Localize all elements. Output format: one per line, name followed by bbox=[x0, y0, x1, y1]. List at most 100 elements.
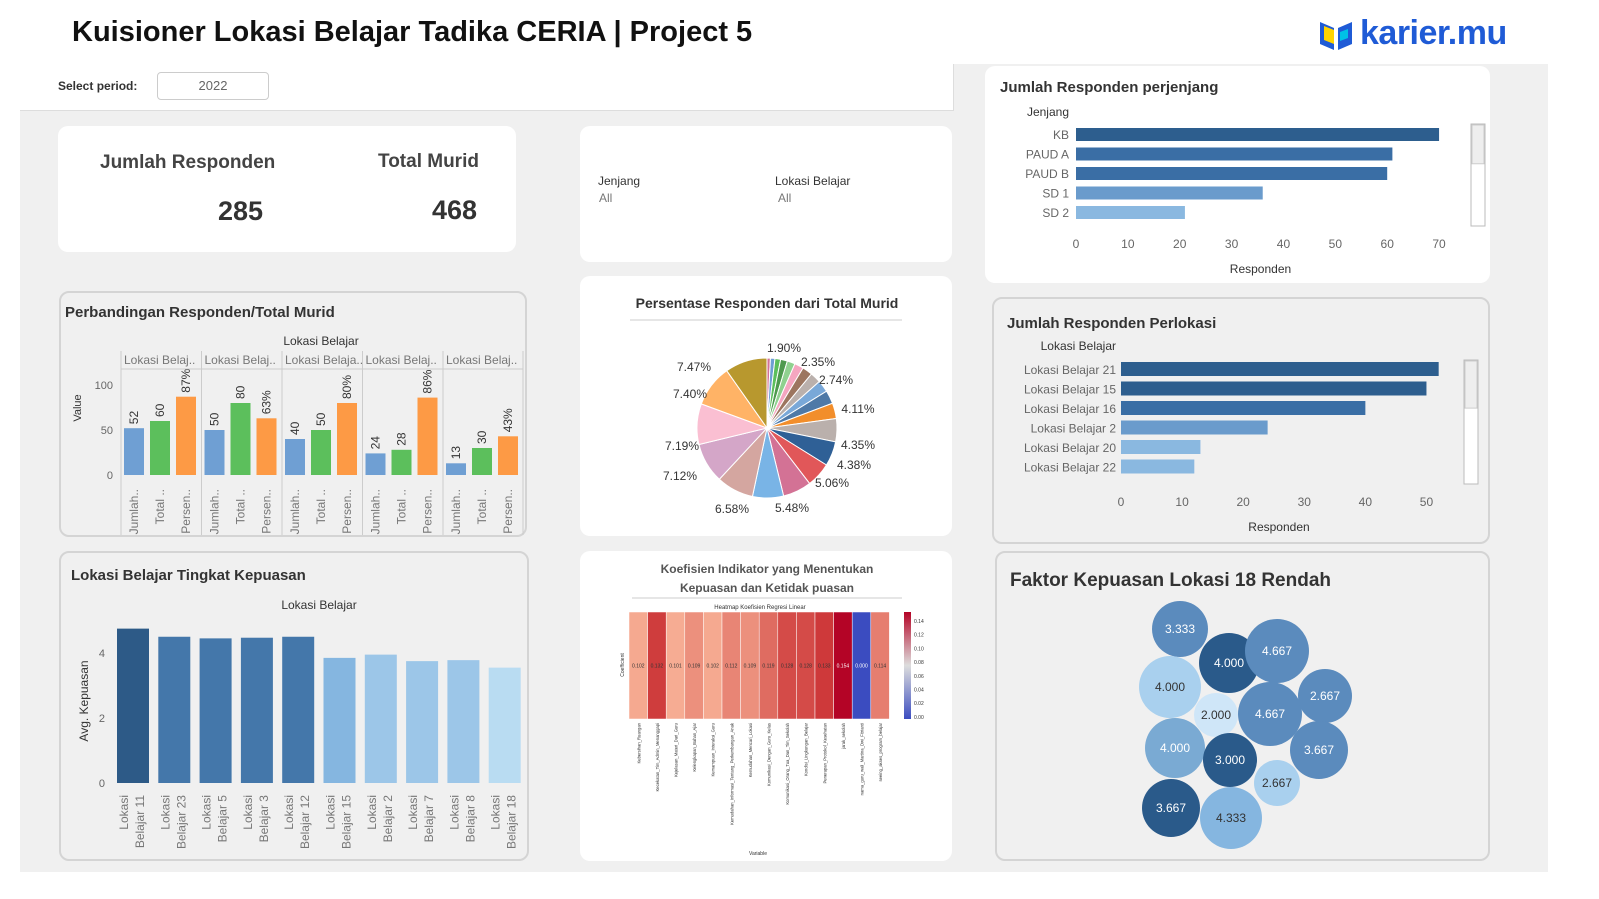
category-label: Lokasi bbox=[117, 795, 131, 830]
bar bbox=[176, 396, 196, 475]
jenjang-filter-label: Jenjang bbox=[598, 174, 641, 188]
data-label: 50 bbox=[208, 412, 222, 426]
x-tick-label: 70 bbox=[1432, 237, 1446, 251]
variable-label: Kemudahan_Informasi_Tentang_Perkembangan… bbox=[729, 722, 734, 825]
category-label: Belajar 8 bbox=[463, 795, 477, 843]
colorbar-tick: 0.10 bbox=[914, 646, 924, 652]
perjenjang-card: Jumlah Responden perjenjang Jenjang KB PAUD… bbox=[985, 66, 1490, 283]
cell-value: 0.102 bbox=[706, 664, 719, 670]
variable-label: seeing_akses_program_belajar bbox=[878, 722, 883, 781]
lokasi-filter-value[interactable]: All bbox=[778, 191, 791, 205]
bar bbox=[1121, 381, 1427, 396]
y-tick-label: 50 bbox=[101, 425, 113, 437]
bar bbox=[1121, 362, 1439, 376]
category-label: Lokasi Belajar 15 bbox=[1024, 383, 1116, 397]
category-label: Lokasi Belajar 21 bbox=[1024, 363, 1116, 377]
bar bbox=[1121, 440, 1201, 454]
bar bbox=[417, 397, 438, 475]
bar bbox=[365, 453, 386, 475]
category-label: Belajar 11 bbox=[133, 795, 147, 848]
perlokasi-card: Jumlah Responden Perlokasi Lokasi Belajar… bbox=[992, 297, 1490, 544]
y-axis-label: Avg. Kepuasan bbox=[77, 660, 91, 741]
category-label: Lokasi bbox=[365, 795, 379, 830]
category-label: Lokasi bbox=[406, 795, 420, 830]
chart-title: Jumlah Responden perjenjang bbox=[1000, 79, 1218, 96]
kpi-responden-label: Jumlah Responden bbox=[100, 152, 276, 173]
group-label: Lokasi Belaja.. bbox=[285, 353, 363, 367]
bubble-label: 4.000 bbox=[1214, 656, 1244, 670]
bar bbox=[472, 448, 492, 475]
measure-label: Total .. bbox=[234, 489, 248, 524]
bar bbox=[1076, 167, 1388, 180]
cell-value: 0.128 bbox=[781, 664, 794, 670]
category-label: KB bbox=[1053, 128, 1069, 142]
filters-card: Jenjang All Lokasi Belajar All bbox=[580, 126, 952, 262]
kepuasan-card: Lokasi Belajar Tingkat Kepuasan Lokasi Be… bbox=[59, 551, 529, 861]
bar bbox=[230, 403, 251, 475]
data-label: 28 bbox=[395, 432, 409, 446]
measure-label: Jumlah.. bbox=[288, 489, 302, 534]
colorbar bbox=[904, 612, 911, 719]
bar bbox=[150, 421, 170, 475]
bar bbox=[1121, 420, 1268, 435]
page-title: Kuisioner Lokasi Belajar Tadika CERIA | … bbox=[72, 16, 753, 48]
variable-label: nama_guru_wali_Martina_Dwi_Fitrianti bbox=[860, 723, 865, 795]
pie-chart: Persentase Responden dari Total Murid 1.9… bbox=[630, 295, 902, 516]
slice-label: 7.19% bbox=[665, 439, 699, 453]
chart-title: Lokasi Belajar Tingkat Kepuasan bbox=[71, 567, 306, 584]
bar bbox=[117, 628, 149, 783]
cell-value: 0.154 bbox=[837, 664, 850, 670]
y-axis-label: Coefficient bbox=[620, 653, 626, 677]
category-label: SD 1 bbox=[1042, 187, 1069, 201]
chart-title: Koefisien Indikator yang Menentukan bbox=[661, 562, 874, 576]
chart-title: Faktor Kepuasan Lokasi 18 Rendah bbox=[1010, 570, 1331, 591]
variable-label: Komunikasi_Orang_Tua_Dan_Tim_Sekolah bbox=[785, 722, 790, 804]
category-label: Lokasi bbox=[158, 795, 172, 830]
data-label: 24 bbox=[369, 436, 383, 450]
slice-label: 4.38% bbox=[837, 458, 871, 472]
colorbar-tick: 0.08 bbox=[914, 660, 924, 666]
variable-label: Kemampuan_Interaksi_Guru bbox=[711, 722, 716, 776]
chart-title: Jumlah Responden Perlokasi bbox=[1007, 315, 1216, 332]
x-tick-label: 10 bbox=[1175, 495, 1189, 509]
jenjang-filter-value[interactable]: All bbox=[599, 191, 612, 205]
bar bbox=[447, 660, 480, 783]
measure-label: Jumlah.. bbox=[127, 489, 141, 534]
variable-label: Kelengkapan_Bahan_Ajar bbox=[692, 722, 697, 771]
bar bbox=[285, 439, 305, 475]
bubble-label: 4.000 bbox=[1155, 680, 1185, 694]
cell-value: 0.109 bbox=[744, 664, 757, 670]
x-axis-label: Responden bbox=[1248, 520, 1309, 534]
period-value: 2022 bbox=[198, 78, 228, 93]
bar bbox=[256, 418, 277, 475]
cell-value: 0.109 bbox=[688, 664, 701, 670]
x-tick-label: 30 bbox=[1298, 495, 1312, 509]
bar bbox=[204, 430, 225, 475]
group-label: Lokasi Belaj.. bbox=[446, 353, 517, 367]
chart-title: Persentase Responden dari Total Murid bbox=[636, 295, 899, 311]
slice-label: 6.58% bbox=[715, 502, 749, 516]
bar bbox=[391, 449, 412, 475]
x-tick-label: 50 bbox=[1420, 495, 1434, 509]
group-label: Lokasi Belaj.. bbox=[124, 353, 195, 367]
bar bbox=[446, 463, 466, 475]
measure-label: Jumlah.. bbox=[208, 489, 222, 534]
slice-label: 5.06% bbox=[815, 476, 849, 490]
variable-label: Penerapan_Protokol_Kesehatan bbox=[822, 722, 827, 783]
category-label: Belajar 12 bbox=[298, 795, 312, 849]
y-axis-label: Lokasi Belajar bbox=[1041, 339, 1116, 353]
category-label: Lokasi bbox=[447, 795, 461, 830]
category-label: PAUD B bbox=[1025, 167, 1069, 181]
bubble-label: 3.333 bbox=[1165, 622, 1195, 636]
kpi-card: Jumlah Responden 285 Total Murid 468 bbox=[58, 126, 516, 252]
category-label: Belajar 5 bbox=[216, 795, 230, 843]
measure-label: Total .. bbox=[314, 489, 328, 524]
category-label: Lokasi Belajar 20 bbox=[1024, 441, 1116, 455]
category-label: Lokasi bbox=[282, 795, 296, 830]
bar bbox=[364, 654, 397, 783]
bubble-label: 3.000 bbox=[1215, 753, 1245, 767]
category-label: Belajar 15 bbox=[340, 795, 354, 849]
bubble-label: 4.667 bbox=[1255, 707, 1285, 721]
bubble-label: 2.000 bbox=[1201, 708, 1231, 722]
period-select[interactable]: 2022 bbox=[157, 72, 269, 100]
